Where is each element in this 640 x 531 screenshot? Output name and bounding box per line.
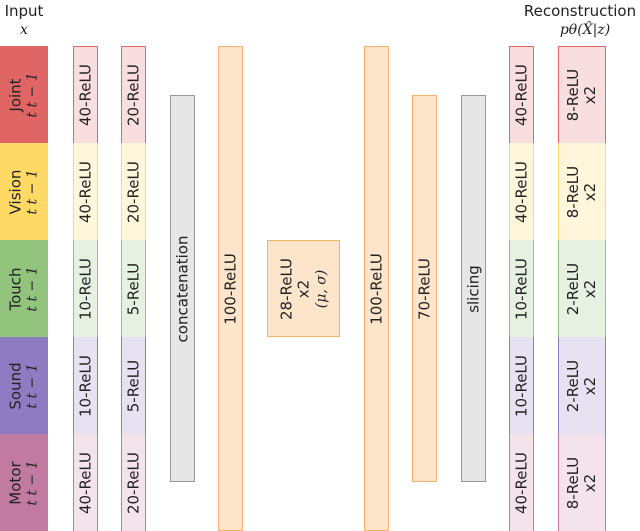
encoder-layer2-joint: 20-ReLU	[121, 46, 146, 143]
time-label: t t − 1	[24, 72, 41, 118]
output-label: 8-ReLU x2	[563, 68, 599, 122]
layer-label: 40-ReLU	[75, 160, 94, 223]
latent-label: 28-ReLU x2 (μ, σ)	[277, 257, 329, 320]
output-label: 8-ReLU x2	[563, 456, 599, 509]
decoder-output-motor: 8-ReLU x2	[558, 434, 606, 531]
encoder-layer1-motor: 40-ReLU	[73, 434, 98, 531]
decoder-hidden-label-1: 100-ReLU	[366, 252, 385, 325]
time-label: t t − 1	[24, 459, 41, 506]
time-label: t t − 1	[24, 265, 41, 312]
input-label: Vision t t − 1	[6, 168, 41, 215]
layer-label: 10-ReLU	[511, 354, 530, 417]
layer-label: 40-ReLU	[511, 63, 530, 127]
slicing-label: slicing	[463, 264, 482, 313]
input-label: Joint t t − 1	[6, 72, 41, 118]
decoder-output-touch: 2-ReLU x2	[558, 240, 606, 337]
layer-label: 5-ReLU	[123, 262, 142, 315]
decoder-hidden-label-2: 70-ReLU	[414, 257, 433, 320]
concatenation-layer: concatenation	[170, 95, 195, 482]
input-label: Motor t t − 1	[6, 459, 41, 506]
decoder-output-vision: 8-ReLU x2	[558, 143, 606, 240]
layer-label: 40-ReLU	[75, 63, 94, 127]
output-symbol: pθ(X̂|z)	[559, 22, 611, 38]
layer-label: 10-ReLU	[75, 257, 94, 320]
latent-size: 28-ReLU	[277, 257, 296, 320]
layer-label: 40-ReLU	[511, 451, 530, 514]
input-label: Touch t t − 1	[6, 265, 41, 312]
layer-label: 20-ReLU	[123, 63, 142, 127]
layer-label: 20-ReLU	[123, 160, 142, 223]
output-label: 2-ReLU x2	[563, 262, 599, 315]
decoder-hidden-layer-2: 70-ReLU	[412, 95, 437, 482]
input-label: Sound t t − 1	[6, 361, 41, 410]
decoder-output-joint: 8-ReLU x2	[558, 46, 606, 143]
decoder-hidden-layer-1: 100-ReLU	[364, 46, 389, 531]
input-symbol: x	[20, 22, 28, 38]
encoder-hidden-label: 100-ReLU	[220, 252, 239, 325]
encoder-layer2-touch: 5-ReLU	[121, 240, 146, 337]
layer-label: 20-ReLU	[123, 451, 142, 514]
layer-label: 10-ReLU	[75, 354, 94, 417]
output-title: Reconstruction	[523, 2, 637, 20]
latent-layer: 28-ReLU x2 (μ, σ)	[267, 240, 340, 337]
concatenation-label: concatenation	[172, 235, 191, 342]
encoder-layer1-joint: 40-ReLU	[73, 46, 98, 143]
input-sound: Sound t t − 1	[0, 337, 48, 434]
encoder-layer1-sound: 10-ReLU	[73, 337, 98, 434]
decoder-output-sound: 2-ReLU x2	[558, 337, 606, 434]
input-title: Input	[4, 2, 44, 20]
encoder-layer2-vision: 20-ReLU	[121, 143, 146, 240]
output-label: 8-ReLU x2	[563, 165, 599, 218]
decoder-layer1-sound: 10-ReLU	[509, 337, 534, 434]
encoder-layer1-touch: 10-ReLU	[73, 240, 98, 337]
decoder-layer1-touch: 10-ReLU	[509, 240, 534, 337]
time-label: t t − 1	[24, 168, 41, 215]
input-motor: Motor t t − 1	[0, 434, 48, 531]
slicing-layer: slicing	[461, 95, 486, 482]
encoder-layer1-vision: 40-ReLU	[73, 143, 98, 240]
encoder-hidden-layer: 100-ReLU	[218, 46, 243, 531]
latent-mult: x2	[294, 279, 313, 298]
input-touch: Touch t t − 1	[0, 240, 48, 337]
encoder-layer2-motor: 20-ReLU	[121, 434, 146, 531]
encoder-layer2-sound: 5-ReLU	[121, 337, 146, 434]
decoder-layer1-motor: 40-ReLU	[509, 434, 534, 531]
input-vision: Vision t t − 1	[0, 143, 48, 240]
latent-params: (μ, σ)	[312, 269, 329, 308]
layer-label: 40-ReLU	[511, 160, 530, 223]
decoder-layer1-joint: 40-ReLU	[509, 46, 534, 143]
time-label: t t − 1	[24, 362, 41, 409]
layer-label: 5-ReLU	[123, 359, 142, 412]
layer-label: 10-ReLU	[511, 257, 530, 320]
output-label: 2-ReLU x2	[563, 359, 599, 412]
layer-label: 40-ReLU	[75, 451, 94, 514]
decoder-layer1-vision: 40-ReLU	[509, 143, 534, 240]
input-joint: Joint t t − 1	[0, 46, 48, 143]
